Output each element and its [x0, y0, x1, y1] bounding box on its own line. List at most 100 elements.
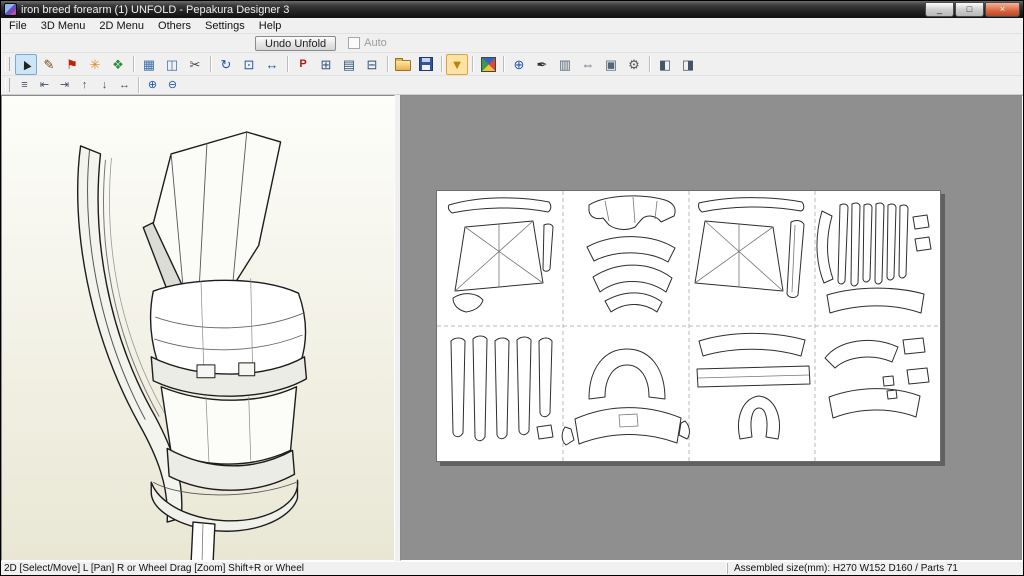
pattern-part[interactable] [899, 205, 908, 278]
settings-gear-icon[interactable]: ⚙ [623, 54, 645, 75]
pattern-part[interactable] [605, 293, 662, 312]
app-icon [4, 3, 17, 16]
pattern-part[interactable] [851, 203, 860, 286]
pattern-part[interactable] [679, 421, 689, 439]
maximize-button[interactable]: □ [955, 2, 984, 17]
scale-check-icon[interactable]: ⇔ [577, 54, 599, 75]
view-2d[interactable] [400, 95, 1023, 561]
menu-3d-menu[interactable]: 3D Menu [34, 19, 93, 33]
pattern-part[interactable] [543, 224, 553, 271]
toolbar-grip[interactable] [5, 78, 10, 92]
menu-others[interactable]: Others [151, 19, 198, 33]
pattern-part[interactable] [448, 198, 550, 213]
pattern-part[interactable] [913, 215, 929, 229]
pattern-part[interactable] [587, 237, 675, 262]
auto-label: Auto [364, 37, 387, 49]
zoom-in-2d-icon[interactable]: ⊕ [143, 77, 162, 94]
auto-checkbox[interactable] [348, 37, 360, 49]
view-3d[interactable] [1, 95, 395, 561]
pattern-part[interactable] [698, 198, 803, 212]
align-top-icon[interactable]: ↑ [75, 77, 94, 94]
pattern-part[interactable] [887, 204, 896, 280]
toolbar-separator [138, 77, 139, 93]
texture-settings-icon[interactable]: ⊕ [508, 54, 530, 75]
status-hint: 2D [Select/Move] L [Pan] R or Wheel Drag… [1, 563, 727, 574]
pan-view-icon[interactable]: ↔ [261, 54, 283, 75]
pattern-part[interactable] [593, 265, 672, 292]
divide-face-icon[interactable]: ▦ [138, 54, 160, 75]
pattern-part[interactable] [883, 376, 894, 386]
arrange-parts-icon[interactable]: ≡ [15, 77, 34, 94]
export-pattern-icon[interactable]: ⊞ [315, 54, 337, 75]
pattern-part[interactable] [817, 211, 833, 283]
edit-edge-icon[interactable]: ✎ [38, 54, 60, 75]
title-bar[interactable]: iron breed forearm (1) UNFOLD - Pepakura… [1, 1, 1023, 18]
view-split-left-icon[interactable]: ◧ [654, 54, 676, 75]
pattern-page[interactable] [436, 190, 941, 462]
model-3d[interactable] [2, 96, 394, 561]
pattern-part[interactable] [495, 338, 509, 439]
menu-2d-menu[interactable]: 2D Menu [92, 19, 151, 33]
texture-paint-icon[interactable]: ❖ [107, 54, 129, 75]
folder-open-icon[interactable] [392, 54, 414, 75]
page-setup-icon[interactable]: ▤ [338, 54, 360, 75]
undo-unfold-button[interactable]: Undo Unfold [255, 36, 336, 51]
pattern-part[interactable] [473, 336, 487, 441]
pattern-part[interactable] [539, 338, 552, 417]
status-bar: 2D [Select/Move] L [Pan] R or Wheel Drag… [1, 561, 1023, 575]
material-list-icon[interactable]: ▥ [554, 54, 576, 75]
pattern-part[interactable] [907, 368, 929, 384]
pattern-part[interactable] [575, 408, 681, 444]
align-right-icon[interactable]: ⇥ [55, 77, 74, 94]
highlight-toggle-icon[interactable]: ▼ [446, 54, 468, 75]
pattern-part[interactable] [451, 338, 465, 437]
toolbar-2d: ≡⇤⇥↑↓↔ ⊕⊖ [1, 76, 1023, 95]
toolbar-separator [387, 56, 388, 72]
toolbar-grip[interactable] [5, 57, 10, 71]
check-flag-icon[interactable]: ⚑ [61, 54, 83, 75]
material-star-icon[interactable]: ✳ [84, 54, 106, 75]
cut-edge-icon[interactable]: ✂ [184, 54, 206, 75]
pen-tool-icon[interactable]: ✒ [531, 54, 553, 75]
align-left-icon[interactable]: ⇤ [35, 77, 54, 94]
pattern-part[interactable] [827, 288, 924, 313]
view-split-right-icon[interactable]: ◨ [677, 54, 699, 75]
align-bottom-icon[interactable]: ↓ [95, 77, 114, 94]
join-face-icon[interactable]: ◫ [161, 54, 183, 75]
zoom-fit-icon[interactable]: ⊡ [238, 54, 260, 75]
bounding-box-icon[interactable]: ▣ [600, 54, 622, 75]
pattern-part[interactable] [699, 333, 805, 356]
main-toolbar-icons: ▶✎⚑✳❖ ▦◫✂ ↻⊡↔ P⊞▤⊟ ▼ ⊕✒▥⇔▣⚙ ◧◨ [15, 54, 699, 75]
pattern-part[interactable] [589, 196, 675, 230]
zoom-out-2d-icon[interactable]: ⊖ [163, 77, 182, 94]
pattern-part[interactable] [739, 396, 780, 439]
pattern-part[interactable] [825, 340, 898, 368]
menu-file[interactable]: File [2, 19, 34, 33]
toolbar-2d-icons: ≡⇤⇥↑↓↔ ⊕⊖ [15, 77, 182, 94]
pattern-part[interactable] [562, 427, 574, 445]
print-icon[interactable]: ⊟ [361, 54, 383, 75]
status-assembled-size: Assembled size(mm): H270 W152 D160 / Par… [727, 563, 1023, 574]
menu-settings[interactable]: Settings [198, 19, 252, 33]
pattern-part[interactable] [838, 204, 848, 284]
pattern-part[interactable] [915, 237, 931, 251]
pattern-part[interactable] [453, 294, 483, 312]
close-button[interactable]: × [985, 2, 1020, 17]
pattern-part[interactable] [903, 338, 925, 354]
cube-3d-icon[interactable] [477, 54, 499, 75]
pattern-part[interactable] [537, 425, 553, 439]
pattern-part[interactable] [589, 349, 665, 399]
pattern-part[interactable] [787, 221, 804, 298]
part-list-icon[interactable]: P [292, 54, 314, 75]
pattern-part[interactable] [863, 204, 872, 282]
minimize-button[interactable]: _ [925, 2, 954, 17]
pattern-part[interactable] [875, 203, 884, 284]
pattern-part[interactable] [887, 390, 897, 399]
pattern-part[interactable] [517, 337, 531, 435]
menu-help[interactable]: Help [252, 19, 289, 33]
distribute-h-icon[interactable]: ↔ [115, 77, 134, 94]
rotate-view-icon[interactable]: ↻ [215, 54, 237, 75]
save-icon[interactable] [415, 54, 437, 75]
pattern-part[interactable] [829, 389, 920, 418]
select-tool-icon[interactable]: ▶ [15, 54, 37, 75]
